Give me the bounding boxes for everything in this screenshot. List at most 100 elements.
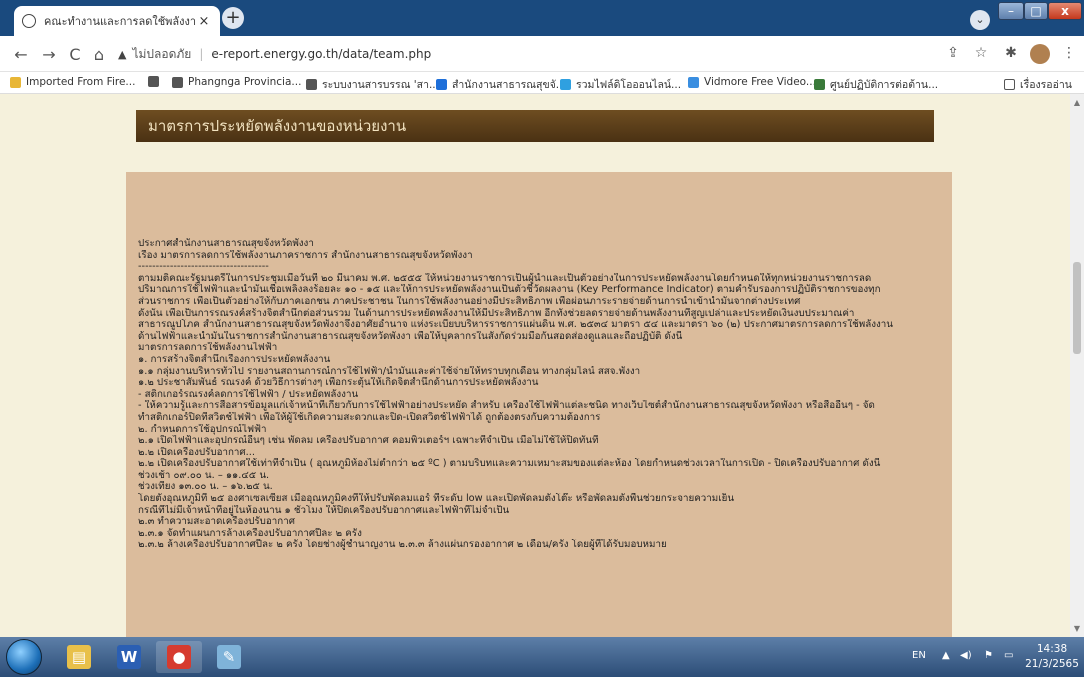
tab-strip: คณะทำงานและการลดใช้พลังงาน3360 × + ⌄ – □… xyxy=(0,0,1084,36)
volume-icon[interactable]: ◀) xyxy=(960,650,972,661)
announcement-line: ด้านไฟฟ้าและน้ำมันในราชการสำนักงานสาธารณ… xyxy=(138,330,683,342)
announcement-line: ๒.๑ เปิดไฟฟ้าและอุปกรณ์อื่นๆ เช่น พัดลม … xyxy=(138,435,599,447)
extensions-icon[interactable]: ✱ xyxy=(1002,45,1020,61)
announcement-line: กรณีที่ไม่มีเจ้าหน้าที่อยู่ในห้องนาน ๑ ช… xyxy=(138,504,510,516)
bookmarks-bar: Imported From Fire... Phangnga Provincia… xyxy=(0,72,1084,94)
site-icon xyxy=(560,79,571,90)
announcement-line: โดยตั้งอุณหภูมิที่ ๒๕ องศาเซลเซียส เมื่อ… xyxy=(138,493,735,505)
announcement-text: ประกาศสำนักงานสาธารณสุขจังหวัดพังงา เรื่อ… xyxy=(138,238,948,551)
announcement-line: สาธารณูปโภค สำนักงานสาธารณสุขจังหวัดพังง… xyxy=(138,319,893,331)
url-text[interactable]: e-report.energy.go.th/data/team.php xyxy=(211,47,431,61)
globe-icon xyxy=(148,76,159,87)
bookmark-star-icon[interactable]: ☆ xyxy=(972,45,990,61)
announcement-line: ๑.๑ กลุ่มงานบริหารทั่วไป รายงานสถานการณ์… xyxy=(138,365,641,377)
vertical-scrollbar[interactable]: ▲ ▼ xyxy=(1070,94,1084,637)
bookmark-label: รวมไฟล์ดิโอออนไลน์... xyxy=(576,79,682,91)
security-label[interactable]: ไม่ปลอดภัย xyxy=(132,45,191,64)
browser-tab[interactable]: คณะทำงานและการลดใช้พลังงาน3360 × xyxy=(14,6,220,36)
url-separator: | xyxy=(199,47,204,61)
folder-icon: ▤ xyxy=(67,645,91,669)
home-button[interactable]: ⌂ xyxy=(90,45,108,64)
url-bar[interactable]: ▲ ไม่ปลอดภัย | e-report.energy.go.th/dat… xyxy=(118,41,960,67)
announcement-line: ๒.๒ เปิดเครื่องปรับอากาศ... xyxy=(138,446,255,458)
new-tab-button[interactable]: + xyxy=(222,7,244,29)
minimize-button[interactable]: – xyxy=(998,2,1024,20)
bookmark-label: ศูนย์ปฏิบัติการต่อต้าน... xyxy=(830,79,939,91)
vidmore-icon xyxy=(688,76,699,88)
bookmark-item[interactable]: รวมไฟล์ดิโอออนไลน์... xyxy=(560,76,681,93)
scroll-down-icon[interactable]: ▼ xyxy=(1070,624,1084,633)
reading-list-icon xyxy=(1004,79,1015,90)
bookmark-label: Phangnga Provincia... xyxy=(188,76,302,88)
bookmark-label: สำนักงานสาธารณสุขจั... xyxy=(452,79,566,91)
announcement-line: มาตรการลดการใช้พลังงานไฟฟ้า xyxy=(138,342,278,354)
tab-close-icon[interactable]: × xyxy=(196,14,212,29)
announcement-line: ตามมติคณะรัฐมนตรีในการประชุมเมื่อวันที่ … xyxy=(138,272,872,284)
taskbar-explorer[interactable]: ▤ xyxy=(56,641,102,673)
bookmark-item[interactable] xyxy=(148,76,164,87)
announcement-line: ๒.๓ ทำความสะอาดเครื่องปรับอากาศ xyxy=(138,516,295,528)
announcement-line: ช่วงเที่ยง ๑๓.๐๐ น. – ๑๖.๒๕ น. xyxy=(138,481,273,493)
bookmark-item[interactable]: Vidmore Free Video... xyxy=(688,76,816,88)
bookmark-item[interactable]: ระบบงานสารบรรณ 'สา... xyxy=(306,76,439,93)
announcement-line: - ให้ความรู้และการสื่อสารข้อมูลแก่เจ้าหน… xyxy=(138,400,875,412)
announcement-line: ส่วนราชการ เพื่อเป็นตัวอย่างให้กับภาคเอก… xyxy=(138,295,801,307)
announcement-line: ๒.๓.๑ จัดทำแผนการล้างเครื่องปรับอากาศปีล… xyxy=(138,527,362,539)
language-indicator[interactable]: EN xyxy=(912,650,926,661)
paint-icon: ✎ xyxy=(217,645,241,669)
bookmark-item[interactable]: Imported From Fire... xyxy=(10,76,135,88)
bookmark-item[interactable]: Phangnga Provincia... xyxy=(172,76,301,88)
announcement-line: ๑.๒ ประชาสัมพันธ์ รณรงค์ ด้วยวิธีการต่าง… xyxy=(138,377,539,389)
tab-title: คณะทำงานและการลดใช้พลังงาน3360 xyxy=(44,15,196,28)
bookmark-label: Imported From Fire... xyxy=(26,76,136,88)
bookmark-item[interactable]: ศูนย์ปฏิบัติการต่อต้าน... xyxy=(814,76,938,93)
bookmark-label: Vidmore Free Video... xyxy=(704,76,816,88)
announcement-line: ๒.๓.๒ ล้างเครื่องปรับอากาศปีละ ๒ ครั้ง โ… xyxy=(138,539,667,551)
announcement-line: - สติ๊กเกอร์รณรงค์ลดการใช้ไฟฟ้า / ประหยั… xyxy=(138,388,359,400)
clock-time: 14:38 xyxy=(1036,643,1068,655)
network-icon[interactable]: ▭ xyxy=(1004,650,1013,661)
chrome-icon: ● xyxy=(167,645,191,669)
flag-icon[interactable]: ⚑ xyxy=(984,650,993,661)
content-panel: ประกาศสำนักงานสาธารณสุขจังหวัดพังงา เรื่อ… xyxy=(126,172,952,637)
globe-icon xyxy=(172,76,183,88)
announcement-line: ปริมาณการใช้ไฟฟ้าและน้ำมันเชื้อเพลิงลงร้… xyxy=(138,284,881,296)
start-button[interactable] xyxy=(6,639,42,675)
menu-icon[interactable]: ⋮ xyxy=(1060,45,1078,61)
site-icon xyxy=(436,79,447,90)
maximize-button[interactable]: □ xyxy=(1024,2,1048,20)
taskbar-chrome[interactable]: ● xyxy=(156,641,202,673)
announcement-line: ช่วงเช้า ๐๙.๐๐ น. – ๑๑.๔๕ น. xyxy=(138,469,270,481)
back-button[interactable]: ← xyxy=(12,45,30,64)
scroll-up-icon[interactable]: ▲ xyxy=(1070,98,1084,107)
show-hidden-icons[interactable]: ▲ xyxy=(942,650,950,661)
taskbar-paint[interactable]: ✎ xyxy=(206,641,252,673)
address-toolbar: ← → C ⌂ ▲ ไม่ปลอดภัย | e-report.energy.g… xyxy=(0,36,1084,72)
forward-button[interactable]: → xyxy=(40,45,58,64)
announcement-line: ๒. กำหนดการใช้อุปกรณ์ไฟฟ้า xyxy=(138,423,267,435)
taskbar-word[interactable]: W xyxy=(106,641,152,673)
web-page: มาตรการประหยัดพลังงานของหน่วยงาน ประกาศส… xyxy=(0,94,1070,637)
announcement-line: ดังนั้น เพื่อเป็นการรณรงค์สร้างจิตสำนึกต… xyxy=(138,307,855,319)
taskbar: ▤ W ● ✎ EN ▲ ◀) ⚑ ▭ 14:38 21/3/2565 xyxy=(0,637,1084,677)
shield-icon xyxy=(814,79,825,90)
share-icon[interactable]: ⇪ xyxy=(944,45,962,61)
clock-date: 21/3/2565 xyxy=(1025,658,1079,670)
close-window-button[interactable]: x xyxy=(1048,2,1082,20)
announcement-line: ประกาศสำนักงานสาธารณสุขจังหวัดพังงา xyxy=(138,238,314,249)
scrollbar-thumb[interactable] xyxy=(1073,262,1081,354)
announcement-line: ๑. การสร้างจิตสำนึกเรื่องการประหยัดพลังง… xyxy=(138,353,331,365)
globe-icon xyxy=(306,79,317,90)
announcement-line: ------------------------------------- xyxy=(138,261,269,273)
tab-search-button[interactable]: ⌄ xyxy=(970,10,990,30)
announcement-line: ทำสติ๊กเกอร์ปิดที่สวิตช์ไฟฟ้า เพื่อให้ผู… xyxy=(138,411,601,423)
profile-avatar[interactable] xyxy=(1030,44,1050,64)
bookmark-item[interactable]: สำนักงานสาธารณสุขจั... xyxy=(436,76,566,93)
announcement-line: ๒.๒ เปิดเครื่องปรับอากาศใช้เท่าที่จำเป็น… xyxy=(138,458,881,470)
reading-list-button[interactable]: เรื่องรออ่าน xyxy=(1004,76,1072,93)
clock[interactable]: 14:38 21/3/2565 xyxy=(1024,642,1080,672)
reading-list-label: เรื่องรออ่าน xyxy=(1020,79,1072,91)
announcement-line: เรื่อง มาตรการลดการใช้พลังงานภาคราชการ ส… xyxy=(138,249,473,261)
reload-button[interactable]: C xyxy=(66,45,84,64)
folder-icon xyxy=(10,76,21,88)
